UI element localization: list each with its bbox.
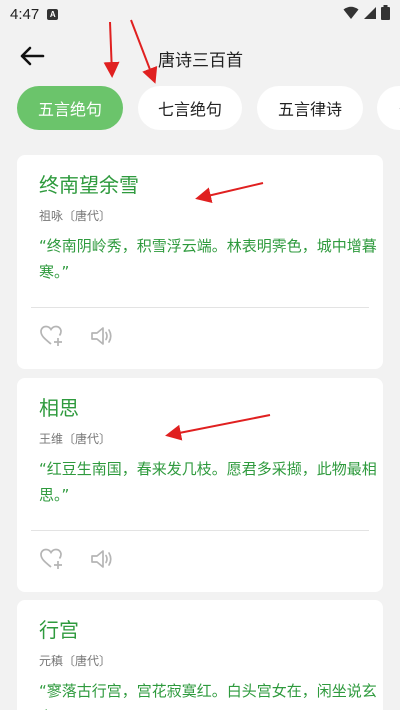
audio-button[interactable]	[89, 548, 115, 574]
tab-wuyan-lvshi[interactable]: 五言律诗	[257, 86, 363, 130]
wifi-icon	[343, 5, 359, 24]
poem-text: “寥落古行宫，宫花寂寞红。白头宫女在，闲坐说玄宗。”	[39, 682, 377, 710]
poem-text: “红豆生南国，春来发几枝。愿君多采撷，此物最相思。”	[39, 460, 377, 504]
tab-qiyan-lvshi[interactable]: 七	[377, 86, 400, 130]
poem-card[interactable]: 相思 王维〔唐代〕 “红豆生南国，春来发几枝。愿君多采撷，此物最相思。”	[17, 378, 383, 592]
poem-author: 祖咏〔唐代〕	[39, 209, 112, 223]
poem-card[interactable]: 行宫 元稹〔唐代〕 “寥落古行宫，宫花寂寞红。白头宫女在，闲坐说玄宗。”	[17, 600, 383, 710]
divider	[31, 307, 369, 308]
status-bar: 4:47 A	[0, 0, 400, 28]
poem-title[interactable]: 终南望余雪	[39, 169, 139, 198]
battery-icon	[381, 4, 390, 24]
poem-author: 元稹〔唐代〕	[39, 654, 112, 668]
poem-title[interactable]: 行宫	[39, 614, 79, 643]
tab-wuyan-jueju[interactable]: 五言绝句	[17, 86, 123, 130]
heart-plus-icon	[40, 325, 64, 351]
back-button[interactable]	[12, 42, 52, 74]
speaker-icon	[90, 548, 114, 574]
tab-qiyan-jueju[interactable]: 七言绝句	[138, 86, 242, 130]
speaker-icon	[90, 325, 114, 351]
divider	[31, 530, 369, 531]
poem-title[interactable]: 相思	[39, 392, 79, 421]
page-title: 唐诗三百首	[158, 51, 243, 71]
category-tabs: 五言绝句 七言绝句 五言律诗 七	[0, 86, 400, 132]
poem-text: “终南阴岭秀，积雪浮云端。林表明霁色，城中增暮寒。”	[39, 237, 377, 281]
back-arrow-icon	[19, 46, 45, 70]
app-header: 唐诗三百首	[0, 38, 400, 78]
status-icons	[343, 4, 390, 24]
notification-badge: A	[47, 8, 59, 20]
favorite-button[interactable]	[39, 325, 65, 351]
audio-button[interactable]	[89, 325, 115, 351]
signal-icon	[363, 5, 377, 24]
poem-author: 王维〔唐代〕	[39, 432, 112, 446]
heart-plus-icon	[40, 548, 64, 574]
favorite-button[interactable]	[39, 548, 65, 574]
poem-card[interactable]: 终南望余雪 祖咏〔唐代〕 “终南阴岭秀，积雪浮云端。林表明霁色，城中增暮寒。”	[17, 155, 383, 369]
status-time: 4:47	[10, 5, 40, 23]
